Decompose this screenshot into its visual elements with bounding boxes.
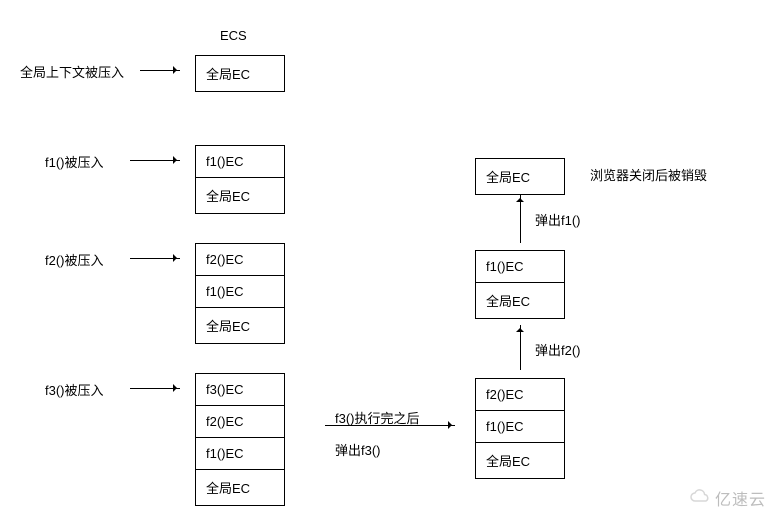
label-push-f2: f2()被压入: [45, 250, 104, 269]
stack-frame: 全局EC: [475, 442, 565, 479]
label-pop-f2: 弹出f2(): [535, 340, 581, 359]
stack-f2: f2()EC f1()EC 全局EC: [195, 243, 285, 344]
stack-frame: 全局EC: [195, 469, 285, 506]
stack-after-pop-f3: f2()EC f1()EC 全局EC: [475, 378, 565, 479]
stack-frame: f2()EC: [195, 243, 285, 276]
stack-frame: f1()EC: [195, 145, 285, 178]
label-push-global: 全局上下文被压入: [20, 62, 124, 81]
arrow-right-icon: [130, 258, 180, 259]
stack-f1: f1()EC 全局EC: [195, 145, 285, 214]
label-pop-f1: 弹出f1(): [535, 210, 581, 229]
stack-frame: 全局EC: [475, 282, 565, 319]
stack-frame: 全局EC: [475, 158, 565, 195]
label-push-f3: f3()被压入: [45, 380, 104, 399]
watermark-text: 亿速云: [715, 486, 766, 510]
stack-final-global: 全局EC: [475, 158, 565, 195]
header-title: ECS: [220, 28, 247, 43]
label-browser-destroy: 浏览器关闭后被销毁: [590, 165, 707, 184]
stack-frame: 全局EC: [195, 177, 285, 214]
stack-frame: f2()EC: [195, 405, 285, 438]
stack-frame: f3()EC: [195, 373, 285, 406]
stack-frame: f1()EC: [195, 437, 285, 470]
stack-frame: f1()EC: [195, 275, 285, 308]
stack-after-pop-f2: f1()EC 全局EC: [475, 250, 565, 319]
arrow-right-icon: [140, 70, 180, 71]
label-push-f1: f1()被压入: [45, 152, 104, 171]
cloud-icon: [689, 489, 711, 508]
stack-global: 全局EC: [195, 55, 285, 92]
arrow-up-icon: [520, 325, 521, 370]
arrow-right-icon: [130, 160, 180, 161]
arrow-up-icon: [520, 195, 521, 243]
stack-frame: f1()EC: [475, 250, 565, 283]
watermark: 亿速云: [689, 486, 766, 510]
stack-frame: 全局EC: [195, 55, 285, 92]
arrow-right-icon: [325, 425, 455, 426]
arrow-right-icon: [130, 388, 180, 389]
stack-frame: f2()EC: [475, 378, 565, 411]
stack-frame: f1()EC: [475, 410, 565, 443]
label-pop-f3: 弹出f3(): [335, 440, 381, 459]
stack-frame: 全局EC: [195, 307, 285, 344]
stack-f3: f3()EC f2()EC f1()EC 全局EC: [195, 373, 285, 506]
